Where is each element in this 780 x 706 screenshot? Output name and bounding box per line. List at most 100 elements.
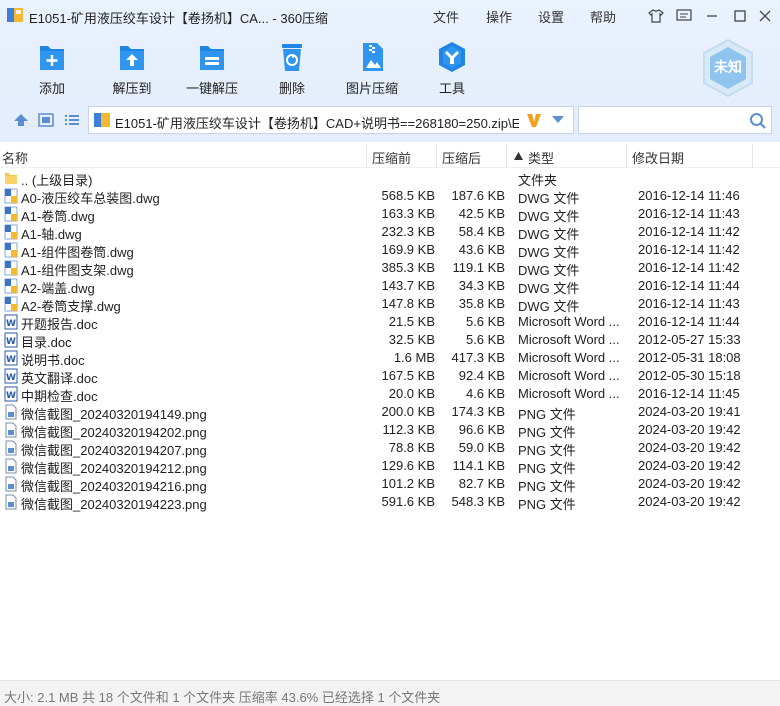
file-row[interactable]: 微信截图_20240320194223.png 591.6 KB 548.3 KB P… <box>0 493 780 512</box>
delete-button[interactable]: 删除 <box>252 38 332 100</box>
search-icon[interactable] <box>749 112 767 130</box>
feedback-icon[interactable] <box>673 6 695 26</box>
image-compress-icon <box>363 43 383 71</box>
file-size: 200.0 KB <box>381 404 436 419</box>
extract-to-icon <box>120 46 144 70</box>
file-packed-size: 92.4 KB <box>458 368 505 383</box>
column-headers: 名称 压缩前 压缩后 类型 修改日期 <box>0 144 780 168</box>
skin-shirt-icon[interactable] <box>645 6 667 26</box>
file-size: 143.7 KB <box>381 278 436 293</box>
file-date: 2012-05-30 15:18 <box>638 368 741 383</box>
word-doc-icon: W <box>4 386 18 402</box>
file-size: 21.5 KB <box>388 314 435 329</box>
file-type: Microsoft Word ... <box>518 332 620 347</box>
column-divider[interactable] <box>752 144 753 168</box>
file-row[interactable]: 微信截图_20240320194212.png 129.6 KB 114.1 KB P… <box>0 457 780 476</box>
file-row[interactable]: 微信截图_20240320194202.png 112.3 KB 96.6 KB PN… <box>0 421 780 440</box>
column-name[interactable]: 名称 <box>2 148 28 167</box>
dropdown-arrow-icon[interactable] <box>551 115 565 125</box>
dwg-file-icon <box>4 260 18 276</box>
zip-archive-icon <box>94 113 110 127</box>
file-row[interactable]: W 中期检查.doc 20.0 KB 4.6 KB Microsoft Word ...… <box>0 385 780 404</box>
verified-v-icon[interactable] <box>525 110 543 130</box>
file-row[interactable]: A2-端盖.dwg 143.7 KB 34.3 KB DWG 文件 2016-12-14… <box>0 277 780 296</box>
file-size: 101.2 KB <box>381 476 436 491</box>
file-size: 167.5 KB <box>381 368 436 383</box>
dwg-file-icon <box>4 188 18 204</box>
file-row[interactable]: A0-液压绞车总装图.dwg 568.5 KB 187.6 KB DWG 文件 2016… <box>0 187 780 206</box>
file-packed-size: 187.6 KB <box>451 188 506 203</box>
file-row[interactable]: W 英文翻译.doc 167.5 KB 92.4 KB Microsoft Word .… <box>0 367 780 386</box>
png-image-icon <box>4 440 18 456</box>
file-size: 232.3 KB <box>381 224 436 239</box>
file-row[interactable]: A1-轴.dwg 232.3 KB 58.4 KB DWG 文件 2016-12-14 … <box>0 223 780 242</box>
unknown-status-badge[interactable]: 未知 <box>700 38 756 98</box>
file-row[interactable]: A1-卷筒.dwg 163.3 KB 42.5 KB DWG 文件 2016-12-14… <box>0 205 780 224</box>
dwg-file-icon <box>4 296 18 312</box>
one-click-extract-button[interactable]: 一键解压 <box>172 38 252 100</box>
svg-text:W: W <box>6 391 16 401</box>
menu-settings[interactable]: 设置 <box>538 7 564 26</box>
one-click-extract-icon <box>200 46 224 70</box>
column-divider[interactable] <box>506 144 507 168</box>
file-packed-size: 96.6 KB <box>458 422 505 437</box>
file-size: 32.5 KB <box>388 332 435 347</box>
column-modified[interactable]: 修改日期 <box>632 148 684 167</box>
thumbnail-view-icon[interactable] <box>37 112 55 128</box>
file-type: Microsoft Word ... <box>518 314 620 329</box>
file-size: 78.8 KB <box>388 440 435 455</box>
menu-file[interactable]: 文件 <box>433 7 459 26</box>
address-path: E1051-矿用液压绞车设计【卷扬机】CAD+说明书==268180=250.z… <box>115 116 519 131</box>
menu-operate[interactable]: 操作 <box>486 7 512 26</box>
file-packed-size: 417.3 KB <box>451 350 506 365</box>
png-image-icon <box>4 404 18 420</box>
file-row[interactable]: 微信截图_20240320194149.png 200.0 KB 174.3 KB P… <box>0 403 780 422</box>
menu-help[interactable]: 帮助 <box>590 7 616 26</box>
maximize-icon[interactable] <box>729 6 751 26</box>
extract-to-button[interactable]: 解压到 <box>92 38 172 100</box>
word-doc-icon: W <box>4 332 18 348</box>
file-size: 163.3 KB <box>381 206 436 221</box>
search-input[interactable] <box>578 106 772 134</box>
sort-ascending-icon <box>514 152 523 160</box>
column-compressed[interactable]: 压缩后 <box>442 148 481 167</box>
file-row[interactable]: 微信截图_20240320194216.png 101.2 KB 82.7 KB PN… <box>0 475 780 494</box>
column-divider[interactable] <box>436 144 437 168</box>
list-view-icon[interactable] <box>63 112 81 128</box>
close-icon[interactable] <box>754 6 776 26</box>
badge-text: 未知 <box>714 59 742 75</box>
minimize-icon[interactable] <box>701 6 723 26</box>
parent-directory-row[interactable]: .. (上级目录) 文件夹 <box>0 169 780 188</box>
dwg-file-icon <box>4 224 18 240</box>
file-row[interactable]: W 说明书.doc 1.6 MB 417.3 KB Microsoft Word ...… <box>0 349 780 368</box>
add-file-icon <box>40 46 64 70</box>
image-compress-button[interactable]: 图片压缩 <box>332 38 412 100</box>
file-packed-size: 58.4 KB <box>458 224 505 239</box>
column-packed[interactable]: 压缩前 <box>372 148 411 167</box>
dwg-file-icon <box>4 242 18 258</box>
file-date: 2024-03-20 19:42 <box>638 494 741 509</box>
add-button[interactable]: 添加 <box>12 38 92 100</box>
file-row[interactable]: W 目录.doc 32.5 KB 5.6 KB Microsoft Word ... 20… <box>0 331 780 350</box>
file-type: Microsoft Word ... <box>518 386 620 401</box>
file-row[interactable]: W 开题报告.doc 21.5 KB 5.6 KB Microsoft Word ...… <box>0 313 780 332</box>
file-size: 169.9 KB <box>381 242 436 257</box>
word-doc-icon: W <box>4 314 18 330</box>
file-row[interactable]: A1-组件图支架.dwg 385.3 KB 119.1 KB DWG 文件 2016-1… <box>0 259 780 278</box>
column-divider[interactable] <box>626 144 627 168</box>
title-bar: E1051-矿用液压绞车设计【卷扬机】CA... - 360压缩 文件 操作 设… <box>0 0 780 32</box>
column-type[interactable]: 类型 <box>528 148 554 167</box>
column-divider[interactable] <box>366 144 367 168</box>
image-compress-label: 图片压缩 <box>345 81 398 96</box>
file-row[interactable]: A2-卷筒支撑.dwg 147.8 KB 35.8 KB DWG 文件 2016-12-… <box>0 295 780 314</box>
tools-button[interactable]: 工具 <box>412 38 492 100</box>
recycle-delete-icon <box>282 44 302 71</box>
file-date: 2024-03-20 19:42 <box>638 440 741 455</box>
file-date: 2016-12-14 11:43 <box>638 296 740 311</box>
file-row[interactable]: 微信截图_20240320194207.png 78.8 KB 59.0 KB PNG… <box>0 439 780 458</box>
file-row[interactable]: A1-组件图卷筒.dwg 169.9 KB 43.6 KB DWG 文件 2016-12… <box>0 241 780 260</box>
up-arrow-icon[interactable] <box>12 112 30 128</box>
file-date: 2016-12-14 11:43 <box>638 206 740 221</box>
address-bar[interactable]: E1051-矿用液压绞车设计【卷扬机】CAD+说明书==268180=250.z… <box>88 106 574 134</box>
file-packed-size: 42.5 KB <box>458 206 505 221</box>
